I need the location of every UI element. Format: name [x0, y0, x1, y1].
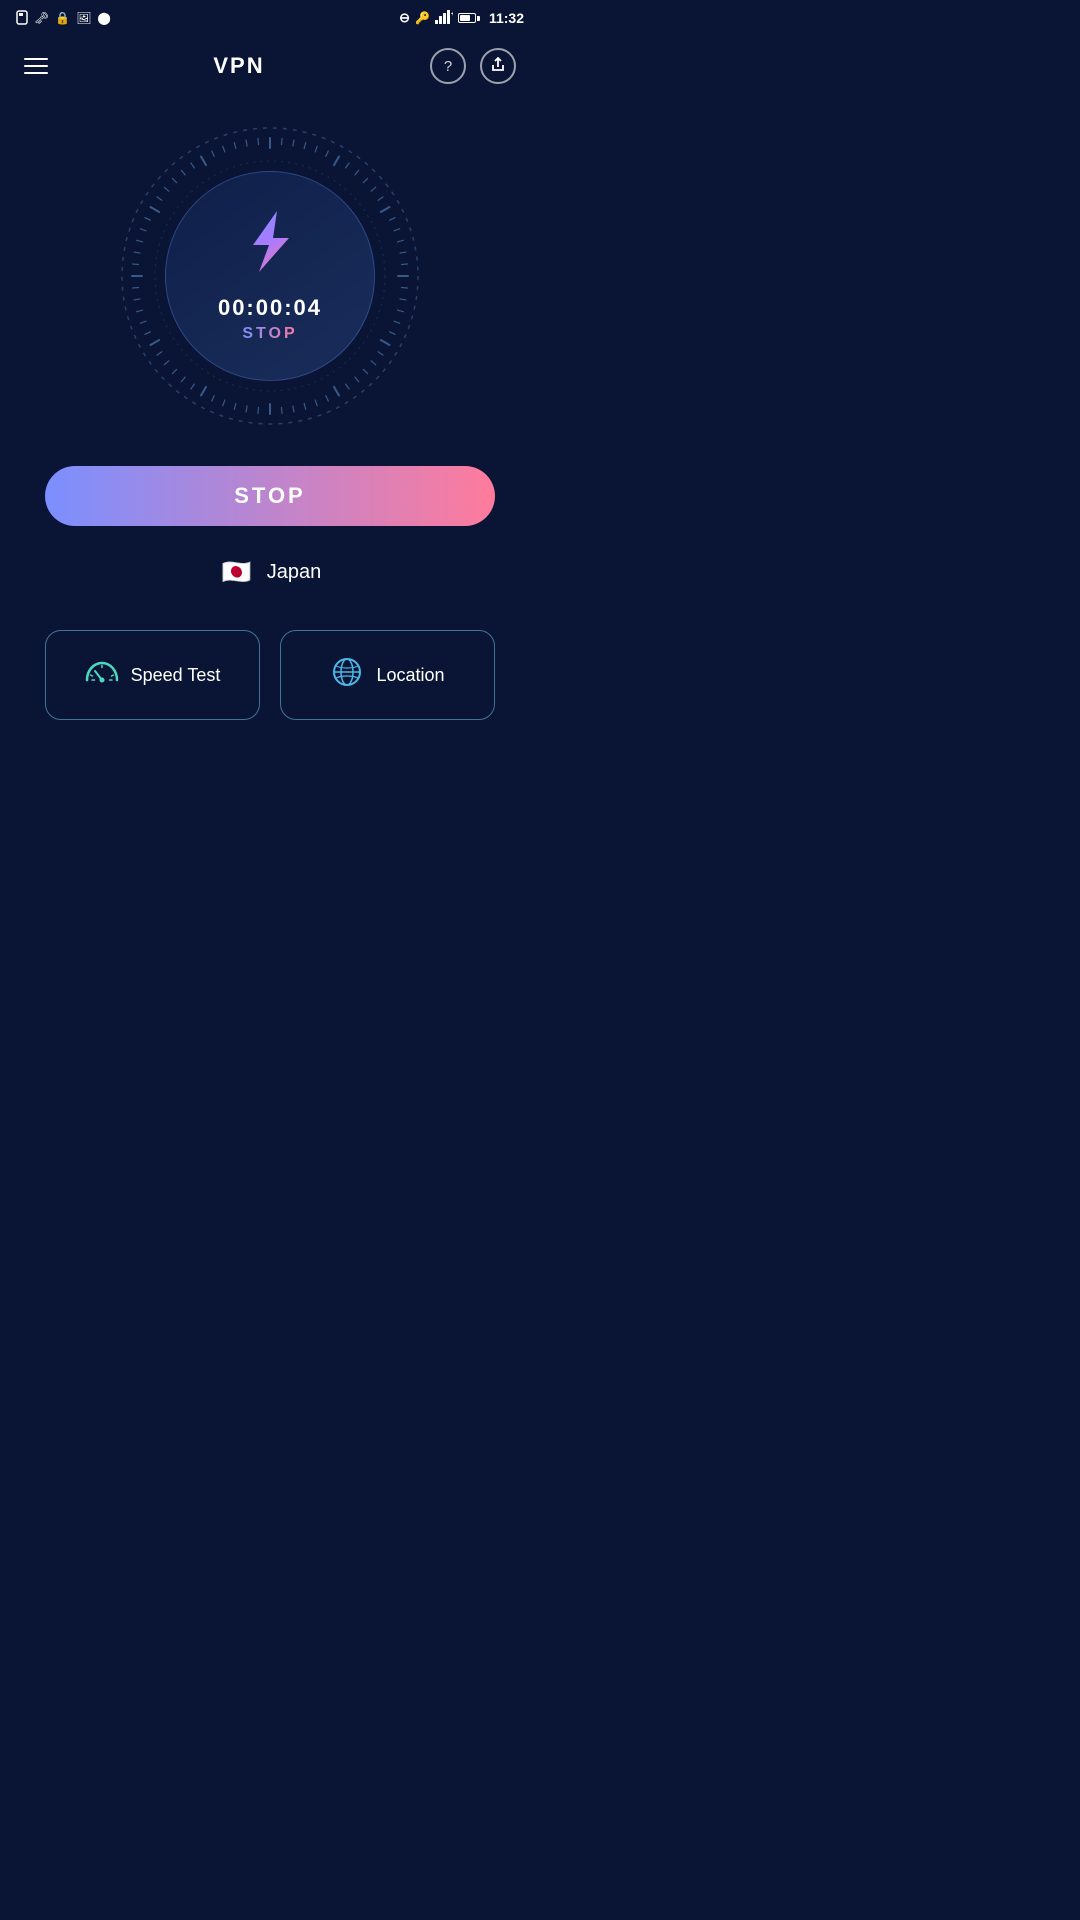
country-name: Japan: [267, 561, 322, 584]
main-content: // Generate tick marks via inline approa…: [0, 96, 540, 720]
speed-test-button[interactable]: Speed Test: [45, 630, 260, 720]
signal-icon: +: [435, 10, 453, 27]
minus-circle-icon: ⊖: [399, 10, 410, 26]
app-header: VPN ?: [0, 36, 540, 96]
action-buttons-row: Speed Test Location: [45, 630, 495, 720]
time-display: 11:32: [489, 10, 524, 26]
share-button[interactable]: [480, 48, 516, 84]
stop-button[interactable]: STOP: [45, 466, 495, 526]
speed-test-label: Speed Test: [131, 665, 221, 686]
current-location: 🇯🇵 Japan: [219, 554, 322, 590]
status-bar: 🗝 🔒 🖼 ⬤ ⊖ 🔑 + 11:32: [0, 0, 540, 36]
vpn-key-icon: 🔑: [415, 11, 430, 25]
status-left-icons: 🗝 🔒 🖼 ⬤: [16, 9, 111, 28]
timer-circle-container[interactable]: // Generate tick marks via inline approa…: [110, 116, 430, 436]
lightning-icon: [245, 209, 295, 287]
timer-display: 00:00:04: [218, 295, 322, 321]
globe-icon: [330, 655, 364, 696]
circle-icon: ⬤: [97, 11, 110, 25]
menu-button[interactable]: [24, 58, 48, 74]
app-title: VPN: [213, 53, 264, 79]
stop-label: STOP: [242, 325, 297, 343]
image-icon: 🖼: [76, 11, 91, 25]
help-button[interactable]: ?: [430, 48, 466, 84]
country-flag: 🇯🇵: [219, 554, 255, 590]
key-icon: 🗝: [34, 11, 49, 25]
lock-icon: 🔒: [55, 11, 70, 25]
battery-icon: [458, 13, 480, 23]
svg-text:+: +: [451, 11, 453, 18]
location-label: Location: [376, 665, 444, 686]
share-icon: [490, 57, 506, 76]
vpn-power-button[interactable]: 00:00:04 STOP: [165, 171, 375, 381]
location-button[interactable]: Location: [280, 630, 495, 720]
status-right-icons: ⊖ 🔑 + 11:32: [399, 10, 524, 27]
sim-status-icon: [16, 9, 28, 28]
speedometer-icon: [85, 658, 119, 693]
question-icon: ?: [444, 58, 452, 75]
